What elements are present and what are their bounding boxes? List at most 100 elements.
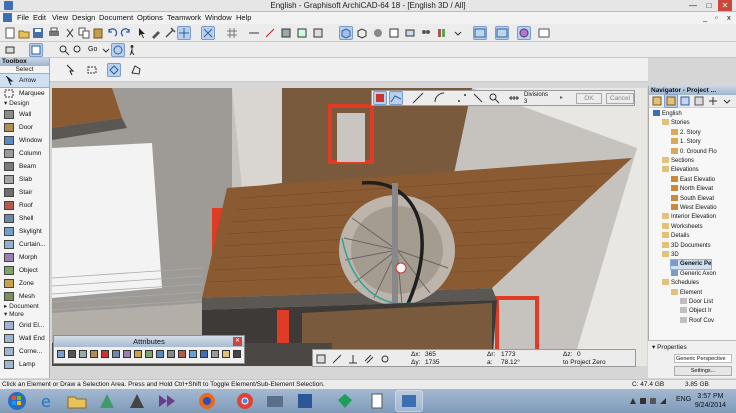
pen-sets-icon[interactable]	[101, 350, 109, 358]
dz-value[interactable]: 0	[577, 351, 581, 358]
section-view-icon[interactable]	[495, 26, 509, 40]
tool-beam[interactable]: Beam	[0, 160, 49, 173]
teamwork-icon[interactable]	[420, 27, 432, 39]
tool-marquee[interactable]: Marquee	[0, 87, 49, 100]
reference-label[interactable]: to Project Zero	[563, 359, 606, 366]
menu-design[interactable]: Design	[72, 13, 95, 22]
building-materials-icon[interactable]	[134, 350, 142, 358]
document-section-header[interactable]: ▸ Document	[0, 303, 49, 311]
layer-icon[interactable]	[296, 27, 308, 39]
relative-coords-icon[interactable]	[331, 353, 343, 365]
tree-item[interactable]: Element	[671, 288, 702, 298]
dimension-icon[interactable]	[248, 27, 260, 39]
menu-view[interactable]: View	[52, 13, 68, 22]
menu-help[interactable]: Help	[236, 13, 251, 22]
archicad-taskbar-icon[interactable]	[395, 390, 423, 412]
library-icon[interactable]	[436, 27, 448, 39]
organizer-icon[interactable]	[707, 95, 719, 107]
display-3d-icon[interactable]	[339, 26, 353, 40]
mdi-restore-button[interactable]: ▫	[715, 13, 718, 22]
tool-morph[interactable]: Morph	[0, 251, 49, 264]
tool-grid-element[interactable]: Grid El...	[0, 319, 49, 332]
operation-profiles-icon[interactable]	[178, 350, 186, 358]
line-types-icon[interactable]	[68, 350, 76, 358]
line-icon[interactable]	[412, 92, 424, 104]
floor-plan-icon[interactable]	[29, 43, 43, 57]
design-section-header[interactable]: ▾ Design	[0, 100, 49, 108]
tool-curtain-wall[interactable]: Curtain...	[0, 238, 49, 251]
3d-explore-icon[interactable]	[517, 26, 531, 40]
rotated-select-icon[interactable]	[107, 63, 121, 77]
copy-icon[interactable]	[78, 27, 90, 39]
autodesk-icon[interactable]	[94, 391, 120, 411]
layers-icon[interactable]	[57, 350, 65, 358]
fill-icon[interactable]	[280, 27, 292, 39]
syringe-icon[interactable]	[164, 27, 176, 39]
menu-document[interactable]: Document	[99, 13, 133, 22]
preview-icon[interactable]	[538, 27, 550, 39]
taskbar-clock[interactable]: 3:57 PM 9/24/2014	[695, 392, 726, 410]
tree-item[interactable]: Generic Pe	[669, 259, 713, 271]
favorites-icon[interactable]	[222, 350, 230, 358]
attributes-close-button[interactable]: ✕	[233, 337, 242, 346]
project-map-icon[interactable]	[651, 95, 663, 107]
special-snap-icon[interactable]	[379, 353, 391, 365]
eyedropper-icon[interactable]	[150, 27, 162, 39]
tool-zone[interactable]: Zone	[0, 277, 49, 290]
tool-slab[interactable]: Slab	[0, 173, 49, 186]
gem-app-icon[interactable]	[332, 391, 358, 411]
menu-options[interactable]: Options	[137, 13, 163, 22]
tool-mesh[interactable]: Mesh	[0, 290, 49, 303]
tree-item[interactable]: Elevations	[662, 166, 699, 175]
tool-arrow[interactable]: Arrow	[0, 73, 50, 88]
tool-roof[interactable]: Roof	[0, 199, 49, 212]
layout-book-icon[interactable]	[388, 27, 400, 39]
view-map-icon[interactable]	[664, 94, 678, 108]
screen-recorder-icon[interactable]	[262, 391, 288, 411]
settings-button[interactable]: Settings...	[674, 366, 732, 376]
3d-window-icon[interactable]	[473, 26, 487, 40]
3d-scene[interactable]	[52, 88, 647, 366]
tree-item[interactable]: Object Ir	[680, 307, 712, 316]
tool-window[interactable]: Window	[0, 134, 49, 147]
tree-item[interactable]: 3D Documents	[662, 241, 711, 251]
profiles-icon[interactable]	[145, 350, 153, 358]
tree-item[interactable]: Details	[662, 232, 689, 241]
document-icon[interactable]	[3, 13, 12, 22]
tree-item[interactable]: 0. Ground Flo	[671, 147, 717, 157]
publisher-icon[interactable]	[404, 27, 416, 39]
tree-item[interactable]: 1. Story	[671, 138, 701, 147]
new-icon[interactable]	[4, 27, 16, 39]
tree-item[interactable]: East Elevatio	[671, 175, 715, 185]
single-select-icon[interactable]	[64, 64, 76, 76]
document-app-icon[interactable]	[364, 391, 390, 411]
tool-object[interactable]: Object	[0, 264, 49, 277]
close-button[interactable]: ✕	[718, 0, 732, 11]
parallel-icon[interactable]	[363, 353, 375, 365]
mdi-minimize-button[interactable]: _	[703, 13, 707, 22]
tool-skylight[interactable]: Skylight	[0, 225, 49, 238]
explorer-folder-icon[interactable]	[64, 391, 90, 411]
mdi-close-button[interactable]: x	[727, 13, 731, 22]
tree-item[interactable]: Stories	[662, 119, 690, 128]
paste-icon[interactable]	[92, 27, 104, 39]
trace-icon[interactable]	[177, 26, 191, 40]
zoom-in-icon[interactable]	[58, 44, 70, 56]
tree-item[interactable]: West Elevatio	[671, 204, 717, 213]
tree-item[interactable]: Roof Cov	[680, 316, 714, 326]
start-button[interactable]	[2, 391, 32, 411]
language-indicator[interactable]: ENG	[676, 396, 691, 403]
properties-title[interactable]: ▾ Properties	[652, 343, 687, 351]
arc-icon[interactable]	[434, 92, 446, 104]
composites-icon[interactable]	[90, 350, 98, 358]
zoom-out-icon[interactable]	[72, 44, 84, 56]
redo-icon[interactable]	[120, 27, 132, 39]
tree-item[interactable]: 3D	[662, 251, 679, 260]
dx-value[interactable]: 365	[425, 351, 436, 358]
pointer-icon[interactable]	[136, 27, 148, 39]
view-name-field[interactable]: Generic Perspective	[674, 354, 732, 363]
surfaces-icon[interactable]	[123, 350, 131, 358]
grid-snap-icon[interactable]	[226, 27, 238, 39]
internet-explorer-icon[interactable]: e	[34, 391, 60, 411]
dropdown-chevron-icon[interactable]	[452, 27, 464, 39]
